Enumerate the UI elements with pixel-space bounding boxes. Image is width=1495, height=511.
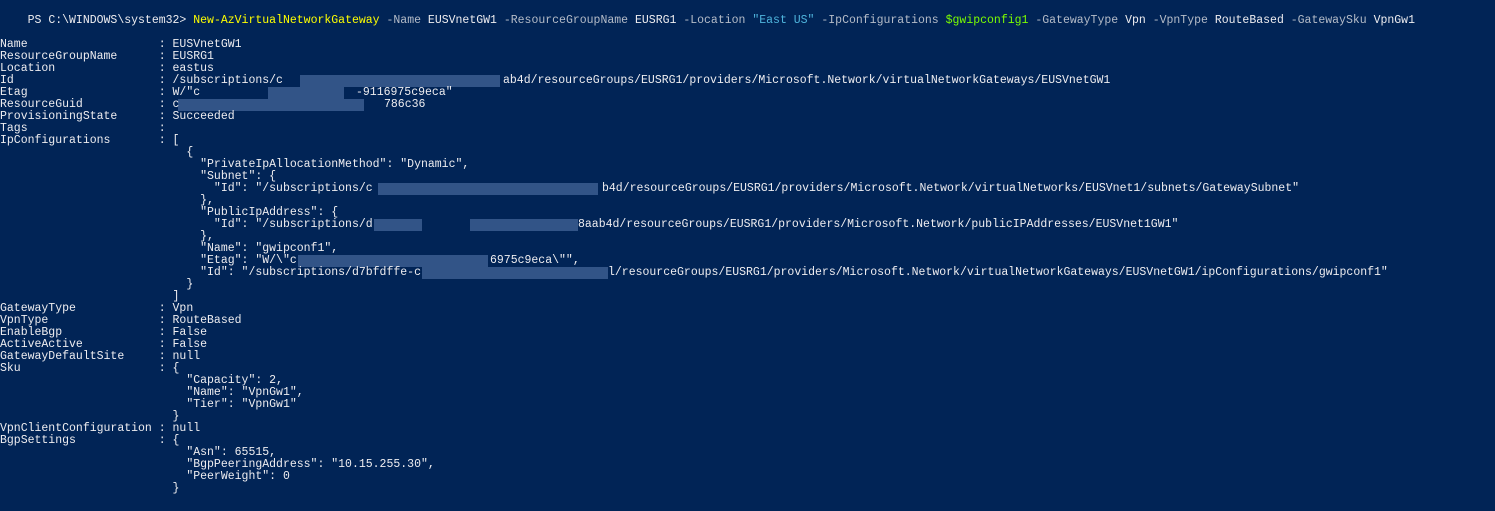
ipconf-id-end: l/resourceGroups/EUSRG1/providers/Micros… [608, 266, 1388, 279]
param-resourcegroup: -ResourceGroupName [503, 14, 629, 27]
param-resourcegroup-value: EUSRG1 [634, 14, 677, 27]
output-id-end: ab4d/resourceGroups/EUSRG1/providers/Mic… [503, 74, 1111, 87]
output-resourceguid-end: 786c36 [384, 98, 426, 111]
param-ipconfigurations: -IpConfigurations [821, 14, 939, 27]
cmdlet-name: New-AzVirtualNetworkGateway [193, 14, 380, 27]
param-gatewaytype: -GatewayType [1035, 14, 1119, 27]
param-location: -Location [683, 14, 746, 27]
prompt-prefix: PS C:\WINDOWS\system32> [27, 14, 187, 27]
redacted-block [422, 267, 608, 279]
param-location-value: "East US" [752, 14, 815, 27]
param-name: -Name [386, 14, 422, 27]
powershell-terminal[interactable]: PS C:\WINDOWS\system32> New-AzVirtualNet… [0, 0, 1495, 511]
ipconf-etag-end: 6975c9eca\"", [490, 254, 580, 267]
command-line: PS C:\WINDOWS\system32> New-AzVirtualNet… [0, 3, 1415, 27]
param-name-value: EUSVnetGW1 [427, 14, 497, 27]
param-gatewaysku: -GatewaySku [1290, 14, 1367, 27]
param-vpntype-value: RouteBased [1214, 14, 1284, 27]
param-vpntype: -VpnType [1152, 14, 1208, 27]
redacted-block [268, 87, 344, 99]
redacted-block [470, 219, 578, 231]
redacted-block [374, 219, 422, 231]
param-gatewaytype-value: Vpn [1125, 14, 1146, 27]
param-gatewaysku-value: VpnGw1 [1373, 14, 1415, 27]
ipconf-subnet-id-end: b4d/resourceGroups/EUSRG1/providers/Micr… [602, 182, 1300, 195]
bgp-close-brace: } [0, 482, 180, 495]
param-ipconfigurations-value: $gwipconfig1 [945, 14, 1029, 27]
redacted-block [378, 183, 598, 195]
ipconf-publicip-id-end: 8aab4d/resourceGroups/EUSRG1/providers/M… [578, 218, 1179, 231]
